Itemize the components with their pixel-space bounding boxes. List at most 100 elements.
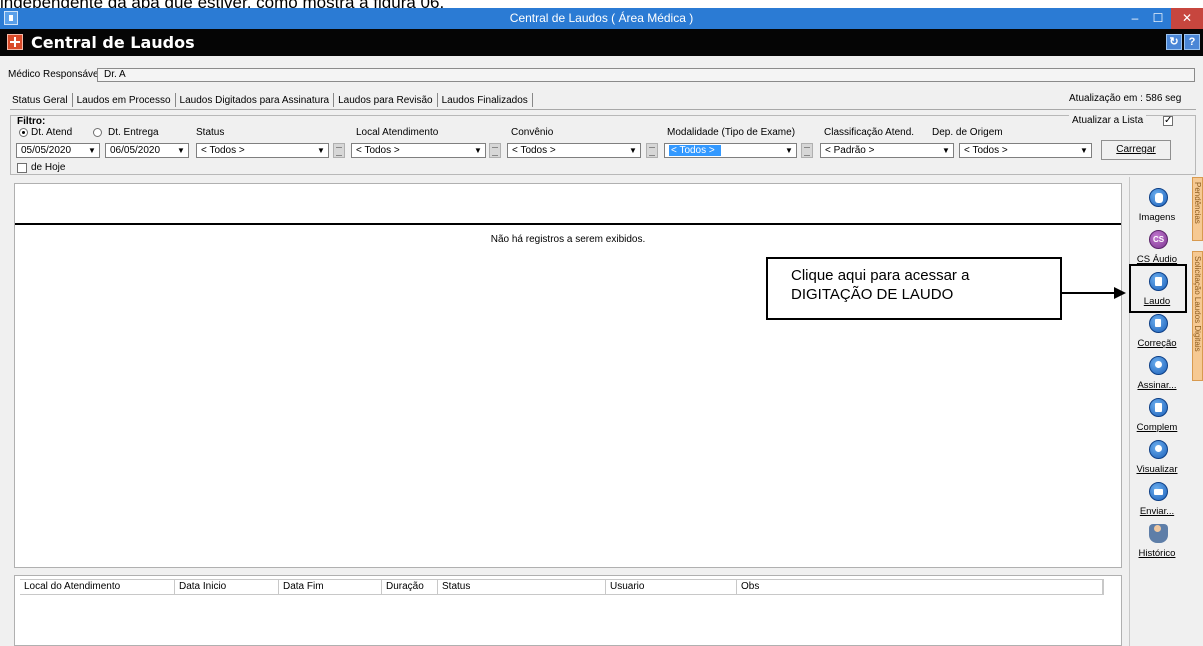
solicitacao-side-tab[interactable]: Solicitação Laudos Digitais	[1192, 251, 1203, 381]
correcao-button[interactable]: Correção	[1132, 310, 1182, 356]
chevron-down-icon: ▼	[471, 144, 485, 157]
cs-audio-icon: CS	[1149, 230, 1168, 249]
arrow-right-icon	[1114, 287, 1126, 299]
classificacao-value: < Padrão >	[825, 145, 875, 156]
log-col-data-inicio[interactable]: Data Inicio	[175, 580, 279, 594]
medico-label: Médico Responsável:	[8, 69, 104, 80]
correcao-label: Correção	[1137, 338, 1177, 349]
date-from-value: 05/05/2020	[21, 145, 72, 156]
imagens-button[interactable]: Imagens	[1132, 184, 1182, 230]
de-hoje-checkbox[interactable]	[17, 163, 27, 173]
enviar-button[interactable]: Enviar...	[1132, 478, 1182, 524]
callout-line-2: DIGITAÇÃO DE LAUDO	[791, 286, 954, 303]
modalidade-select[interactable]: < Todos > ▼	[664, 143, 797, 158]
classificacao-select[interactable]: < Padrão > ▼	[820, 143, 954, 158]
status-list-icon[interactable]	[333, 143, 345, 158]
log-panel[interactable]: Local do Atendimento Data Inicio Data Fi…	[14, 575, 1122, 646]
date-to-value: 06/05/2020	[110, 145, 161, 156]
magnifier-icon	[1149, 440, 1168, 459]
radio-dt-entrega[interactable]	[93, 128, 102, 137]
minimize-button[interactable]: –	[1125, 8, 1145, 29]
atualizacao-status: Atualização em : 586 seg	[1069, 93, 1182, 104]
tab-laudos-finalizados[interactable]: Laudos Finalizados	[438, 93, 533, 107]
solicitacao-side-tab-label: Solicitação Laudos Digitais	[1193, 256, 1202, 352]
atualizar-lista-label: Atualizar a Lista	[1069, 115, 1147, 126]
tab-laudos-em-processo[interactable]: Laudos em Processo	[73, 93, 176, 107]
chevron-down-icon: ▼	[782, 144, 796, 157]
modalidade-label: Modalidade (Tipo de Exame)	[667, 127, 796, 138]
radio-dt-atend-label: Dt. Atend	[31, 127, 73, 138]
chevron-down-icon: ▼	[314, 144, 328, 157]
classificacao-label: Classificação Atend.	[824, 127, 915, 138]
close-button[interactable]: ✕	[1171, 8, 1203, 29]
chevron-down-icon: ▼	[85, 144, 99, 157]
date-to-picker[interactable]: 06/05/2020 ▼	[105, 143, 189, 158]
medico-field[interactable]: Dr. A	[97, 68, 1195, 82]
chevron-down-icon: ▼	[626, 144, 640, 157]
atualizar-lista-checkbox[interactable]: ✓	[1163, 116, 1173, 126]
convenio-select[interactable]: < Todos > ▼	[507, 143, 641, 158]
log-col-obs[interactable]: Obs	[737, 580, 1103, 594]
radio-dt-entrega-label: Dt. Entrega	[108, 127, 159, 138]
sign-icon	[1149, 356, 1168, 375]
enviar-label: Enviar...	[1139, 506, 1175, 517]
status-value: < Todos >	[201, 145, 245, 156]
maximize-button[interactable]: ☐	[1147, 8, 1169, 29]
convenio-list-icon[interactable]	[646, 143, 658, 158]
user-history-icon	[1149, 524, 1168, 543]
historico-button[interactable]: Histórico	[1132, 520, 1182, 566]
refresh-button[interactable]: ↻	[1166, 34, 1182, 50]
carregar-button[interactable]: Carregar	[1101, 140, 1171, 160]
log-col-status[interactable]: Status	[438, 580, 606, 594]
modalidade-value: < Todos >	[669, 145, 721, 156]
pendencias-side-tab[interactable]: Pendências	[1192, 177, 1203, 241]
callout-box: Clique aqui para acessar a DIGITAÇÃO DE …	[766, 257, 1062, 320]
assinar-button[interactable]: Assinar...	[1132, 352, 1182, 398]
laudos-grid[interactable]: Não há registros a serem exibidos.	[14, 183, 1122, 568]
radio-dt-atend[interactable]	[19, 128, 28, 137]
log-col-duracao[interactable]: Duração	[382, 580, 438, 594]
dep-origem-label: Dep. de Origem	[932, 127, 1003, 138]
convenio-value: < Todos >	[512, 145, 556, 156]
tab-laudos-digitados[interactable]: Laudos Digitados para Assinatura	[176, 93, 335, 107]
pendencias-side-tab-label: Pendências	[1193, 182, 1202, 224]
visualizar-button[interactable]: Visualizar	[1132, 436, 1182, 482]
status-select[interactable]: < Todos > ▼	[196, 143, 329, 158]
document-caption: independente da aba que estiver, como mo…	[0, 0, 444, 8]
hammer-icon	[1149, 314, 1168, 333]
status-label: Status	[196, 127, 225, 138]
filter-title: Filtro:	[17, 116, 48, 127]
visualizar-label: Visualizar	[1136, 464, 1178, 475]
local-value: < Todos >	[356, 145, 400, 156]
laudo-highlight-frame	[1129, 264, 1187, 313]
complem-label: Complem	[1136, 422, 1178, 433]
envelope-icon	[1149, 482, 1168, 501]
dep-origem-value: < Todos >	[964, 145, 1008, 156]
assinar-label: Assinar...	[1137, 380, 1177, 391]
window-titlebar: Central de Laudos ( Área Médica ) – ☐ ✕	[0, 8, 1203, 29]
chevron-down-icon: ▼	[174, 144, 188, 157]
add-icon	[7, 34, 23, 50]
local-select[interactable]: < Todos > ▼	[351, 143, 486, 158]
convenio-label: Convênio	[511, 127, 554, 138]
local-label: Local Atendimento	[356, 127, 439, 138]
complem-button[interactable]: Complem	[1132, 394, 1182, 440]
modalidade-list-icon[interactable]	[801, 143, 813, 158]
tab-status-geral[interactable]: Status Geral	[10, 93, 73, 107]
tab-divider	[10, 109, 1196, 110]
tab-bar: Status Geral Laudos em Processo Laudos D…	[10, 93, 533, 109]
grid-empty-message: Não há registros a serem exibidos.	[490, 234, 646, 245]
log-col-data-fim[interactable]: Data Fim	[279, 580, 382, 594]
complement-icon	[1149, 398, 1168, 417]
local-list-icon[interactable]	[489, 143, 501, 158]
grid-header	[15, 206, 1121, 225]
tab-laudos-revisao[interactable]: Laudos para Revisão	[334, 93, 438, 107]
log-col-usuario[interactable]: Usuario	[606, 580, 737, 594]
log-header: Local do Atendimento Data Inicio Data Fi…	[20, 579, 1104, 595]
help-button[interactable]: ?	[1184, 34, 1200, 50]
dep-origem-select[interactable]: < Todos > ▼	[959, 143, 1092, 158]
page-title: Central de Laudos	[31, 33, 195, 52]
window-title: Central de Laudos ( Área Médica )	[509, 11, 694, 25]
date-from-picker[interactable]: 05/05/2020 ▼	[16, 143, 100, 158]
log-col-local[interactable]: Local do Atendimento	[20, 580, 175, 594]
